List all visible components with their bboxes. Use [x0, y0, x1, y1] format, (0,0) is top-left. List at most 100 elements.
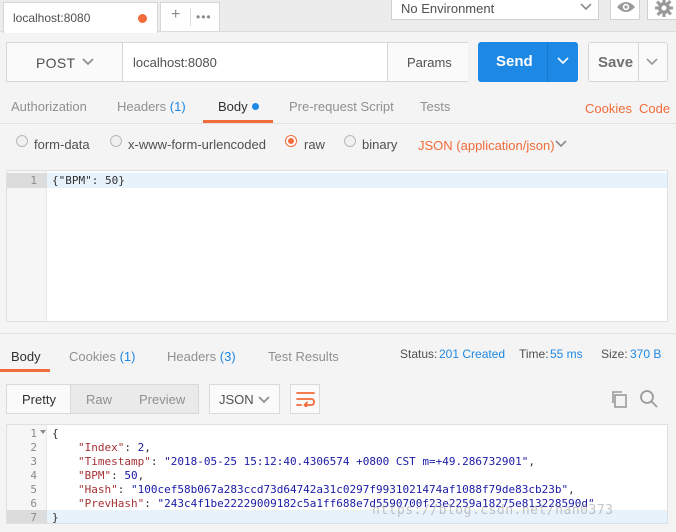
size-value[interactable]: 370 B [630, 347, 661, 361]
radio-raw[interactable] [285, 135, 297, 147]
request-body-editor[interactable]: 1 {"BPM": 50} [6, 170, 668, 322]
binary-label: binary [362, 137, 398, 152]
response-tab-cookies-label: Cookies [69, 349, 116, 364]
search-icon[interactable] [639, 389, 659, 409]
response-tab-headers-label: Headers [167, 349, 217, 364]
wrap-lines-icon [296, 391, 316, 407]
response-tab-cookies[interactable]: Cookies (1) [69, 349, 135, 364]
size-label: Size: [601, 347, 628, 361]
watermark: https://blog.csdn.net/han0373 [372, 503, 614, 518]
save-divider [638, 43, 639, 81]
request-body-line[interactable]: {"BPM": 50} [52, 174, 125, 187]
response-format-select[interactable]: JSON [209, 384, 280, 414]
settings-button[interactable] [647, 0, 676, 20]
response-format-label: JSON [219, 392, 254, 407]
url-input[interactable]: localhost:8080 [133, 55, 217, 70]
preview-button[interactable]: Preview [139, 392, 185, 407]
json-key: "PrevHash" [78, 497, 145, 510]
raw-label: raw [304, 137, 325, 152]
response-tab-headers-count: (3) [219, 349, 236, 364]
radio-binary[interactable] [344, 135, 356, 147]
cookies-link[interactable]: Cookies [585, 101, 632, 116]
more-tabs-icon[interactable]: ••• [196, 10, 212, 24]
tab-pre-request-script[interactable]: Pre-request Script [289, 99, 394, 114]
urlencoded-label: x-www-form-urlencoded [128, 137, 266, 152]
response-tab-cookies-count: (1) [119, 349, 136, 364]
line-number: 1 [30, 174, 37, 187]
send-divider [547, 42, 548, 82]
gear-icon [655, 0, 673, 17]
save-button[interactable]: Save [588, 42, 668, 82]
chevron-down-icon [81, 55, 95, 69]
tab-headers-label: Headers [117, 99, 167, 114]
response-active-tab-indicator [0, 369, 50, 372]
json-line: "Timestamp": "2018-05-25 15:12:40.430657… [78, 455, 535, 468]
environment-selected: No Environment [401, 1, 495, 16]
tab-body[interactable]: Body [218, 99, 259, 114]
line-number: 1 [30, 427, 37, 440]
unsaved-indicator-icon [138, 14, 147, 23]
json-line: "Hash": "100cef58b067a283ccd73d64742a31c… [78, 483, 575, 496]
tab-headers[interactable]: Headers (1) [117, 99, 186, 114]
response-view-mode: Pretty Raw Preview [6, 384, 199, 414]
time-value[interactable]: 55 ms [550, 347, 583, 361]
line-number: 6 [30, 497, 37, 510]
json-key: "BPM" [78, 469, 112, 482]
save-label: Save [598, 54, 634, 71]
active-tab-indicator [203, 120, 273, 123]
json-line: "BPM": 50, [78, 469, 145, 482]
json-value: "2018-05-25 15:12:40.4306574 +0800 CST m… [164, 455, 529, 468]
json-line: "Index": 2, [78, 441, 151, 454]
params-button[interactable]: Params [387, 43, 468, 81]
line-number: 4 [30, 469, 37, 482]
json-value: "100cef58b067a283ccd73d64742a31c0297f993… [131, 483, 569, 496]
send-options-chevron-icon[interactable] [556, 54, 570, 68]
response-tab-test-results[interactable]: Test Results [268, 349, 339, 364]
form-data-label: form-data [34, 137, 90, 152]
request-tab-title: localhost:8080 [13, 11, 91, 25]
save-options-chevron-icon[interactable] [645, 55, 659, 69]
status-value[interactable]: 201 Created [439, 347, 505, 361]
params-label: Params [407, 55, 452, 70]
request-tab[interactable]: localhost:8080 [3, 2, 158, 33]
content-type-select[interactable]: JSON (application/json) [418, 138, 555, 153]
request-url-bar: POST localhost:8080 Params [6, 42, 468, 82]
tab-headers-count: (1) [169, 99, 186, 114]
response-divider [0, 333, 676, 334]
line-gutter [7, 171, 47, 321]
active-line-highlight [47, 173, 667, 188]
wrap-lines-button[interactable] [290, 384, 320, 414]
tab-actions-divider [190, 8, 191, 26]
response-tab-body[interactable]: Body [11, 349, 41, 364]
line-number: 5 [30, 483, 37, 496]
raw-button[interactable]: Raw [86, 392, 112, 407]
line-number: 7 [30, 511, 37, 524]
body-modified-dot-icon [251, 103, 259, 110]
method-select[interactable]: POST [7, 43, 123, 81]
new-tab-plus-icon[interactable]: + [171, 6, 180, 24]
line-number: 3 [30, 455, 37, 468]
fold-caret-icon[interactable] [39, 428, 47, 436]
json-value: 50 [124, 469, 138, 482]
tab-body-label: Body [218, 99, 248, 114]
send-button[interactable]: Send [478, 42, 578, 82]
tab-tests[interactable]: Tests [420, 99, 450, 114]
environment-quick-look-button[interactable] [610, 0, 640, 20]
environment-select[interactable]: No Environment [391, 0, 599, 20]
copy-icon[interactable] [610, 390, 628, 408]
response-tab-headers[interactable]: Headers (3) [167, 349, 236, 364]
tab-actions: + ••• [160, 2, 220, 31]
code-link[interactable]: Code [639, 101, 670, 116]
json-open-brace: { [52, 427, 59, 440]
json-close-brace: } [52, 511, 59, 524]
chevron-down-icon [257, 394, 271, 406]
pretty-button[interactable]: Pretty [22, 392, 56, 407]
time-label: Time: [519, 347, 549, 361]
chevron-down-icon[interactable] [554, 138, 568, 150]
radio-form-data[interactable] [16, 135, 28, 147]
line-number: 2 [30, 441, 37, 454]
json-key: "Hash" [78, 483, 118, 496]
status-label: Status: [400, 347, 438, 361]
tab-authorization[interactable]: Authorization [11, 99, 87, 114]
radio-urlencoded[interactable] [110, 135, 122, 147]
